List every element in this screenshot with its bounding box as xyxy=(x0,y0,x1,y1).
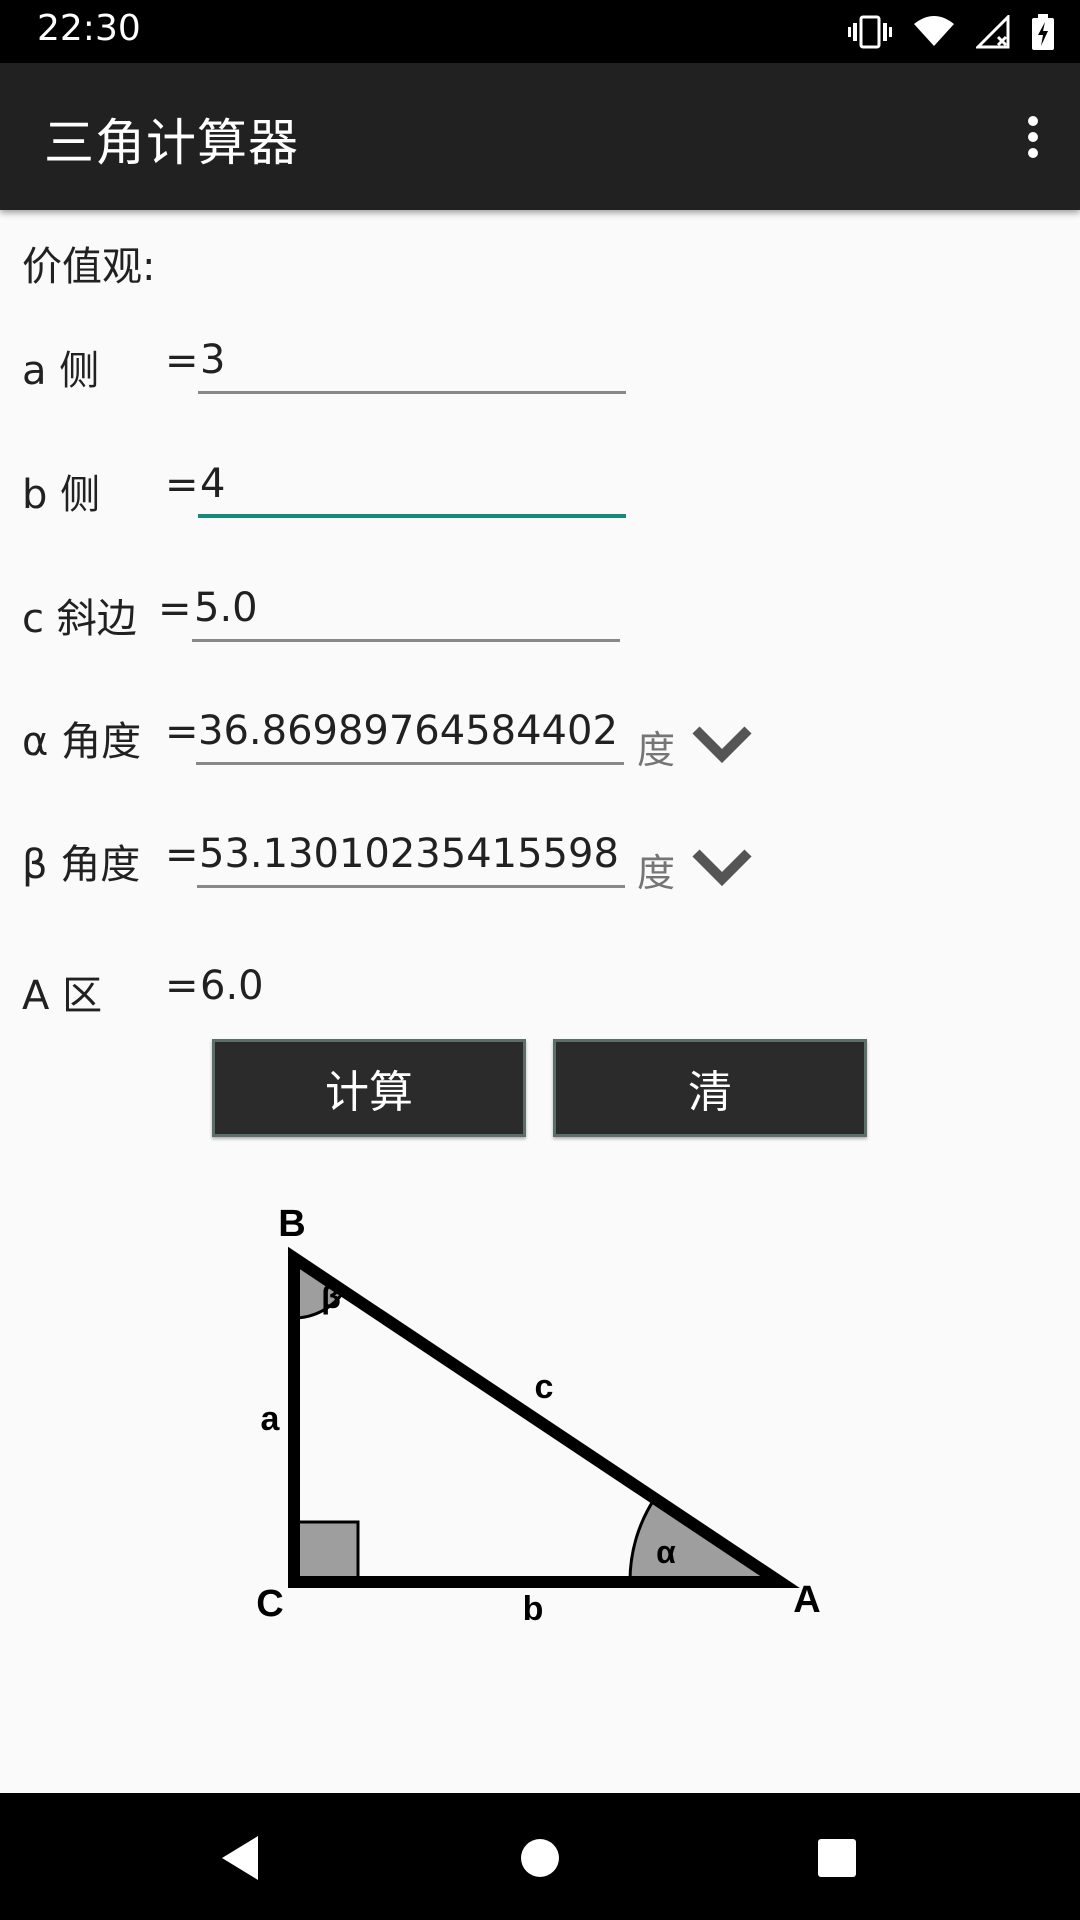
right-angle-marker xyxy=(292,1520,360,1584)
vertex-c-label: C xyxy=(256,1583,283,1625)
home-icon[interactable] xyxy=(510,1828,570,1888)
app-bar: 三角计算器 xyxy=(0,63,1080,210)
recents-icon[interactable] xyxy=(807,1828,867,1888)
area-value: 6.0 xyxy=(200,963,264,1009)
wifi-icon xyxy=(914,16,954,46)
angle-beta-input[interactable]: 53.13010235415598 xyxy=(197,826,625,888)
angle-beta-unit-dropdown[interactable] xyxy=(690,842,754,892)
side-b-input[interactable]: 4 xyxy=(198,456,626,518)
angle-alpha-input[interactable]: 36.86989764584402 xyxy=(196,703,624,765)
hypotenuse-c-input[interactable]: 5.0 xyxy=(192,580,620,642)
app-title: 三角计算器 xyxy=(44,114,299,172)
triangle-diagram: B C A a b c α β xyxy=(256,1203,820,1628)
row-angle-alpha: α 角度 = 36.86989764584402 度 xyxy=(0,691,1080,791)
row-side-b: b 侧 = 4 xyxy=(0,444,1080,544)
back-icon[interactable] xyxy=(210,1828,270,1888)
signal-icon xyxy=(976,15,1010,49)
angle-alpha-equals: = xyxy=(165,709,199,755)
angle-alpha-unit-dropdown[interactable] xyxy=(690,719,754,769)
vibrate-icon xyxy=(848,15,892,49)
hypotenuse-c-equals: = xyxy=(158,586,192,632)
side-b-diagram-label: b xyxy=(523,1590,544,1628)
angle-alpha-diagram-label: α xyxy=(656,1534,676,1570)
navigation-bar xyxy=(0,1793,1080,1920)
area-equals: = xyxy=(165,963,199,1009)
side-c-diagram-label: c xyxy=(535,1368,554,1406)
side-a-input[interactable]: 3 xyxy=(198,332,626,394)
area-label: A 区 xyxy=(22,973,103,1019)
status-icons xyxy=(848,12,1054,52)
angle-alpha-unit: 度 xyxy=(637,728,676,772)
side-b-label: b 侧 xyxy=(22,472,101,518)
angle-alpha-label: α 角度 xyxy=(22,719,142,765)
clear-button[interactable]: 清 xyxy=(553,1039,867,1137)
hypotenuse-c-label: c 斜边 xyxy=(22,596,137,642)
vertex-b-label: B xyxy=(278,1203,305,1245)
row-area: A 区 = 6.0 xyxy=(0,945,1080,1045)
side-a-label: a 侧 xyxy=(22,348,100,394)
angle-beta-label: β 角度 xyxy=(22,842,141,888)
status-time: 22:30 xyxy=(37,8,141,49)
chevron-down-icon xyxy=(692,849,752,887)
angle-beta-equals: = xyxy=(165,832,199,878)
row-angle-beta: β 角度 = 53.13010235415598 度 xyxy=(0,814,1080,914)
overflow-menu-icon[interactable] xyxy=(998,99,1068,175)
side-a-equals: = xyxy=(165,338,199,384)
status-bar: 22:30 xyxy=(0,0,1080,63)
side-a-diagram-label: a xyxy=(261,1400,281,1438)
row-hypotenuse-c: c 斜边 = 5.0 xyxy=(0,568,1080,668)
row-side-a: a 侧 = 3 xyxy=(0,320,1080,420)
triangle-outline xyxy=(288,1246,800,1588)
calculate-button[interactable]: 计算 xyxy=(212,1039,526,1137)
battery-charging-icon xyxy=(1032,14,1054,50)
side-b-equals: = xyxy=(165,462,199,508)
vertex-a-label: A xyxy=(793,1579,820,1621)
angle-beta-diagram-label: β xyxy=(321,1279,341,1315)
angle-beta-unit: 度 xyxy=(637,851,676,895)
chevron-down-icon xyxy=(692,726,752,764)
values-section-label: 价值观: xyxy=(22,244,156,290)
